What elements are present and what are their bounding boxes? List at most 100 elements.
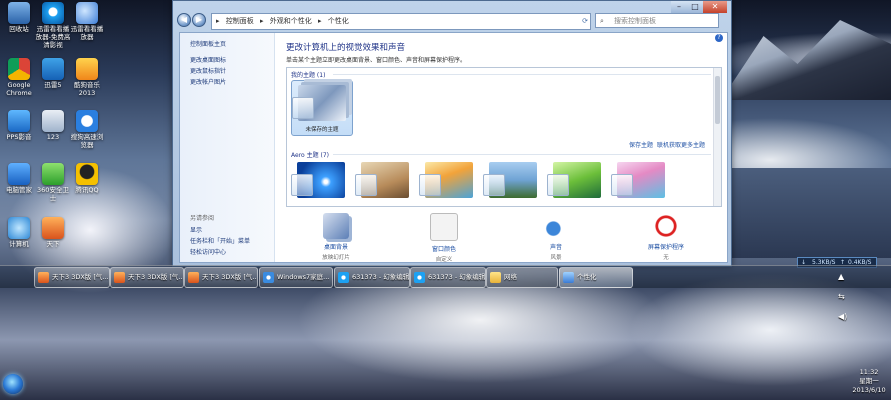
maximize-button[interactable]: □ <box>687 1 703 13</box>
theme-caption: 未保存的主题 <box>305 127 339 133</box>
desktop-icon-tianxia[interactable]: 天下 <box>34 217 72 248</box>
desktop-icon-360[interactable]: 360安全卫士 <box>34 163 72 202</box>
back-button[interactable]: ◀ <box>177 13 191 27</box>
tray-expand-icon[interactable]: ▲ <box>838 272 844 281</box>
taskbar-button-personalization[interactable]: 个性化 <box>559 267 633 288</box>
link-control-panel-home[interactable]: 控制面板主页 <box>190 39 226 48</box>
control-panel-icon <box>563 271 574 283</box>
glass-color-swatch <box>292 97 314 119</box>
desktop-icon-sogou[interactable]: 搜狗高速浏览器 <box>68 110 106 149</box>
option-subtitle: 无 <box>663 255 669 261</box>
search-icon: ⌕ <box>600 17 604 25</box>
clock-time: 11:32 <box>859 368 879 376</box>
link-display[interactable]: 显示 <box>190 225 202 234</box>
xunlei-kankan-icon <box>42 2 64 24</box>
search-input[interactable]: ⌕ 搜索控制面板 <box>595 13 719 28</box>
see-also-header: 另请参阅 <box>190 215 215 222</box>
option-title: 桌面背景 <box>323 244 348 251</box>
link-change-mouse-pointers[interactable]: 更改鼠标指针 <box>190 66 226 75</box>
section-divider <box>333 154 711 155</box>
system-clock[interactable]: 11:32 星期一 2013/6/10 <box>851 368 887 395</box>
desktop-icon-123[interactable]: 123 <box>34 110 72 141</box>
taskbar-button-tianxia-2[interactable]: 天下3 3DX版 [气... <box>110 267 184 288</box>
network-tray-icon[interactable]: ⇆ <box>838 292 845 301</box>
help-icon[interactable]: ? <box>715 34 723 42</box>
forward-button[interactable]: ▶ <box>192 13 206 27</box>
glass-color-swatch <box>355 174 377 196</box>
my-themes-label: 我的主题 (1) <box>291 72 326 79</box>
link-taskbar-start-menu[interactable]: 任务栏和「开始」菜单 <box>190 236 250 245</box>
close-button[interactable]: ✕ <box>703 1 727 13</box>
sound-icon <box>543 213 569 239</box>
desktop-icon-chrome[interactable]: Google Chrome <box>0 58 38 97</box>
link-ease-of-access[interactable]: 轻松访问中心 <box>190 247 226 256</box>
scrollbar-thumb[interactable] <box>715 76 720 124</box>
taskbar: 天下3 3DX版 [气... 天下3 3DX版 [气... 天下3 3DX版 [… <box>0 265 891 288</box>
option-title: 声音 <box>549 244 562 251</box>
option-subtitle: 自定义 <box>435 257 453 263</box>
breadcrumb-separator: ▸ <box>317 17 322 25</box>
link-change-account-picture[interactable]: 更改帐户图片 <box>190 77 226 86</box>
address-bar[interactable]: ▸ 控制面板 ▸ 外观和个性化 ▸ 个性化 ⟳ <box>211 13 591 30</box>
sogou-browser-icon <box>76 110 98 132</box>
volume-icon[interactable]: ◀) <box>838 312 847 321</box>
minimize-button[interactable]: – <box>671 1 687 13</box>
option-title: 屏幕保护程序 <box>647 244 684 251</box>
page-title: 更改计算机上的视觉效果和声音 <box>286 43 406 53</box>
window-titlebar[interactable]: ◀ ▶ ▸ 控制面板 ▸ 外观和个性化 ▸ 个性化 ⟳ ⌕ 搜索控制面板 – □… <box>173 1 731 31</box>
clock-day: 星期一 <box>859 377 879 385</box>
theme-tile-characters[interactable] <box>419 158 479 212</box>
theme-tile-nature[interactable] <box>547 158 607 212</box>
breadcrumb-personalization[interactable]: 个性化 <box>328 17 349 25</box>
wallpaper-lake <box>731 168 891 258</box>
xunlei-icon <box>338 271 349 283</box>
chrome-icon <box>8 58 30 80</box>
desktop-icon-recycle-bin[interactable]: 回收站 <box>0 2 38 33</box>
breadcrumb-appearance[interactable]: 外观和个性化 <box>270 17 312 25</box>
taskbar-button-editor-1[interactable]: 631373 - 幻象编辑 <box>334 267 410 288</box>
theme-list-scrollbar[interactable] <box>713 68 721 206</box>
taskbar-button-windows7[interactable]: Windows7家庭... <box>259 267 333 288</box>
desktop-icon-xunlei-player[interactable]: 迅雷看看播放器 <box>68 2 106 41</box>
desktop-icon-xunlei-kankan[interactable]: 迅雷看看播放器-免费高清影视 <box>34 2 72 49</box>
tianxia-icon <box>38 271 49 283</box>
refresh-icon[interactable]: ⟳ <box>582 14 588 29</box>
desktop-icon-computer[interactable]: 计算机 <box>0 217 38 248</box>
desktop-icon-pps[interactable]: PPS影音 <box>0 110 38 141</box>
option-desktop-background[interactable]: 桌面背景 放映幻灯片 <box>306 213 366 261</box>
xunlei5-icon <box>42 58 64 80</box>
breadcrumb-control-panel[interactable]: 控制面板 <box>226 17 254 25</box>
security-360-icon <box>42 163 64 185</box>
glass-color-swatch <box>291 174 313 196</box>
window-color-icon <box>430 213 458 241</box>
option-screensaver[interactable]: 屏幕保护程序 无 <box>636 213 696 261</box>
link-change-desktop-icons[interactable]: 更改桌面图标 <box>190 55 226 64</box>
option-subtitle: 风景 <box>550 255 562 261</box>
option-window-color[interactable]: 窗口颜色 自定义 <box>414 213 474 263</box>
theme-tile-landscapes[interactable] <box>483 158 543 212</box>
taskbar-button-tianxia-3[interactable]: 天下3 3DX版 [气... <box>184 267 258 288</box>
option-sounds[interactable]: 声音 风景 <box>526 213 586 261</box>
get-more-themes-link[interactable]: 联机获取更多主题 <box>657 140 705 149</box>
glass-color-swatch <box>547 174 569 196</box>
option-subtitle: 放映幻灯片 <box>322 255 350 261</box>
personalization-window: ◀ ▶ ▸ 控制面板 ▸ 外观和个性化 ▸ 个性化 ⟳ ⌕ 搜索控制面板 – □… <box>172 0 732 267</box>
theme-tile-scenes[interactable] <box>611 158 671 212</box>
desktop-icon-pc-manager[interactable]: 电脑管家 <box>0 163 38 194</box>
desktop-icon-kugou[interactable]: 酷狗音乐2013 <box>68 58 106 97</box>
theme-tile-windows7[interactable] <box>291 158 351 212</box>
taskbar-button-tianxia-1[interactable]: 天下3 3DX版 [气... <box>34 267 110 288</box>
breadcrumb-separator: ▸ <box>259 17 264 25</box>
pps-icon <box>8 110 30 132</box>
theme-tile-unsaved[interactable]: 未保存的主题 <box>291 80 353 136</box>
theme-tile-architecture[interactable] <box>355 158 415 212</box>
folder-icon <box>490 271 501 283</box>
desktop-icon-qq[interactable]: 腾讯QQ <box>68 163 106 194</box>
tianxia-icon <box>114 271 125 283</box>
folder-123-icon <box>42 110 64 132</box>
desktop-icon-xunlei5[interactable]: 迅雷5 <box>34 58 72 89</box>
start-button[interactable] <box>3 374 23 394</box>
taskbar-button-network[interactable]: 网络 <box>486 267 558 288</box>
taskbar-button-editor-2[interactable]: 631373 - 幻象编辑 <box>410 267 486 288</box>
save-theme-link[interactable]: 保存主题 <box>629 140 653 149</box>
